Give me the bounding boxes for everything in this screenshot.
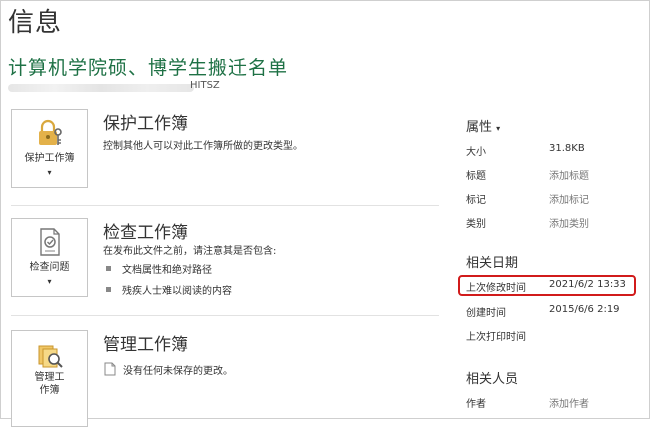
manage-button-label-line1: 管理工 [34,372,65,383]
bullet-marker [106,266,111,271]
blurred-path [8,84,194,92]
inspect-section-title: 检查工作簿 [103,223,188,243]
protect-section-description: 控制其他人可以对此工作簿所做的更改类型。 [103,141,303,152]
manage-section-title: 管理工作簿 [103,335,188,355]
inspect-workbook-button[interactable]: 检查问题 ▾ [11,218,88,297]
properties-heading-label: 属性 [466,120,493,135]
chevron-down-icon: ▾ [496,124,501,133]
add-title-field[interactable]: 添加标题 [549,167,589,182]
manage-workbook-icon [38,345,63,368]
protect-section-title: 保护工作簿 [103,114,188,134]
inspect-document-icon [40,228,60,256]
property-value-size: 31.8KB [549,143,585,154]
add-author-field[interactable]: 添加作者 [549,395,589,410]
path-suffix: HITSZ [190,80,220,91]
add-tags-field[interactable]: 添加标记 [549,191,589,206]
chevron-down-icon: ▾ [47,168,52,177]
property-label-tags: 标记 [466,195,486,206]
protect-workbook-button-label: 保护工作簿 [24,153,75,164]
last-modified-value: 2021/6/2 13:33 [549,279,626,290]
document-title: 计算机学院硕、博学生搬迁名单 [8,57,289,79]
inspect-bullet-item: 文档属性和绝对路径 [122,265,212,276]
last-modified-label: 上次修改时间 [466,283,526,294]
author-label: 作者 [466,399,486,410]
section-divider [11,315,439,316]
add-category-field[interactable]: 添加类别 [549,215,589,230]
chevron-down-icon: ▾ [47,277,52,286]
inspect-bullet-item: 残疾人士难以阅读的内容 [122,286,232,297]
last-printed-label: 上次打印时间 [466,332,526,343]
inspect-section-description: 在发布此文件之前，请注意其是否包含: [103,246,277,257]
properties-heading[interactable]: 属性 ▾ [466,116,500,135]
document-icon [104,362,116,376]
page-title: 信息 [8,8,63,38]
document-path: HITSZ [8,80,448,96]
related-dates-heading: 相关日期 [466,256,519,271]
property-label-category: 类别 [466,219,486,230]
bullet-marker [106,287,111,292]
created-value: 2015/6/6 2:19 [549,304,620,315]
manage-section-description: 没有任何未保存的更改。 [123,366,233,377]
inspect-button-label: 检查问题 [29,262,70,273]
created-label: 创建时间 [466,308,506,319]
protect-workbook-button[interactable]: 保护工作簿 ▾ [11,109,88,188]
property-label-size: 大小 [466,147,486,158]
manage-workbook-button[interactable]: 管理工 作簿 [11,330,88,427]
section-divider [11,205,439,206]
related-people-heading: 相关人员 [466,372,519,387]
property-label-title: 标题 [466,171,486,182]
lock-key-icon [39,119,62,145]
manage-button-label-line2: 作簿 [39,385,60,396]
